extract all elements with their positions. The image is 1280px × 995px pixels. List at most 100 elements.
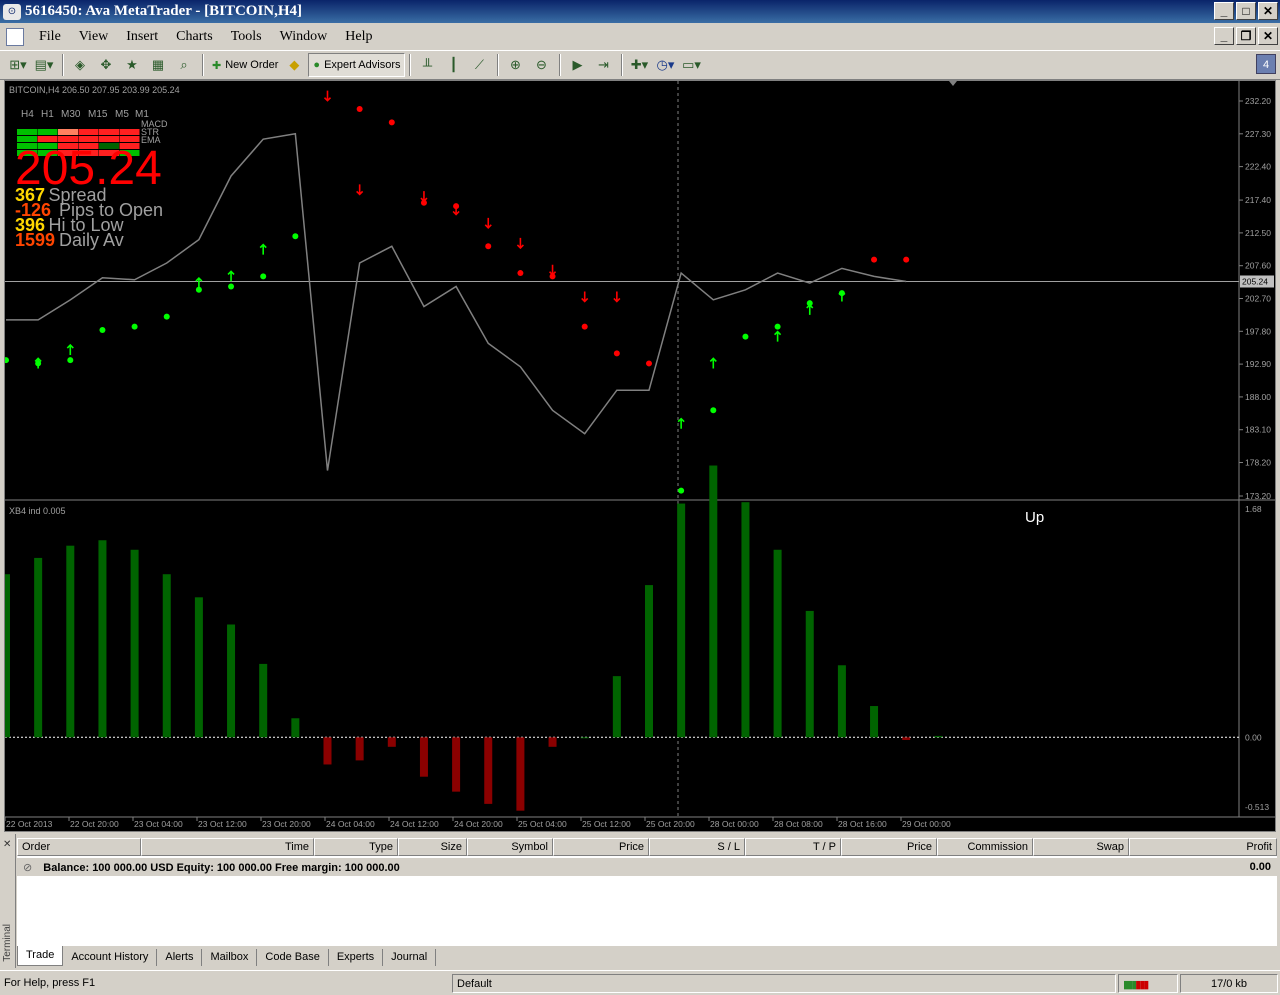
menu-file[interactable]: File [30,29,70,45]
chart-window[interactable]: 232.20 227.30 222.40 217.40 212.50 207.60 202.… [4,80,1276,832]
signal-dot-green [742,333,749,340]
close-icon[interactable]: ✕ [3,839,11,850]
signal-dot-red [903,256,910,263]
templates-icon[interactable]: ▭▾ [679,53,703,77]
signal-dot-red [646,360,652,367]
app-icon[interactable]: ⊙ [3,3,21,20]
tab-journal[interactable]: Journal [383,949,437,966]
balance-text: Balance: 100 000.00 USD Equity: 100 000.… [43,862,400,874]
signal-dot-green [292,233,299,240]
menu-window[interactable]: Window [271,29,337,45]
terminal-panel: ✕ Terminal Order Time Type Size Symbol P… [0,834,1280,968]
arrow-down-red [613,291,621,303]
column-header[interactable]: Size [398,838,467,856]
menu-view[interactable]: View [70,29,117,45]
bar-chart-icon[interactable]: ╨ [415,53,439,77]
close-button[interactable]: ✕ [1258,2,1278,20]
histogram-bar [773,549,782,738]
tab-code-base[interactable]: Code Base [257,949,329,966]
column-header[interactable]: T / P [745,838,841,856]
column-header[interactable]: Profit [1129,838,1277,856]
line-chart-icon[interactable]: ⟋ [467,53,491,77]
auto-scroll-icon[interactable]: ▶ [565,53,589,77]
tab-trade[interactable]: Trade [17,946,64,966]
price-tick-label: 178.20 [1245,458,1271,468]
signal-dot-green [260,273,267,280]
tab-alerts[interactable]: Alerts [157,949,203,966]
child-minimize-button[interactable]: _ [1214,27,1234,45]
menu-tools[interactable]: Tools [222,29,271,45]
column-header[interactable]: Price [841,838,937,856]
time-tick-label: 24 Oct 12:00 [390,819,439,829]
signal-cell [58,129,78,135]
terminal-icon[interactable]: ▦ [146,53,170,77]
arrow-down-red [548,264,557,276]
child-close-button[interactable]: ✕ [1258,27,1278,45]
column-header[interactable]: Price [553,838,649,856]
tab-account-history[interactable]: Account History [63,949,158,966]
new-chart-icon[interactable]: ⊞▾ [6,53,30,77]
menu-help[interactable]: Help [336,29,381,45]
strategy-tester-icon[interactable]: ⌕ [172,53,196,77]
title-bar: ⊙ 5616450: Ava MetaTrader - [BITCOIN,H4]… [0,0,1280,23]
menu-bar: File View Insert Charts Tools Window Hel… [0,23,1280,50]
time-tick-label: 29 Oct 00:00 [902,819,951,829]
market-watch-icon[interactable]: ◈ [68,53,92,77]
indicator-tick-label: 0.00 [1245,732,1262,742]
maximize-button[interactable]: □ [1236,2,1256,20]
zoom-out-icon[interactable]: ⊖ [529,53,553,77]
column-header[interactable]: Time [141,838,314,856]
notification-badge[interactable]: 4 [1256,54,1276,74]
histogram-bar [934,735,943,738]
signal-dot-green [131,323,138,330]
balance-icon: ⊘ [23,862,33,874]
navigator-icon[interactable]: ★ [120,53,144,77]
new-order-button[interactable]: ✚ New Order [208,53,282,77]
histogram-bar [452,737,461,792]
profiles-icon[interactable]: ▤▾ [32,53,56,77]
balance-row[interactable]: ⊘ Balance: 100 000.00 USD Equity: 100 00… [17,858,1277,876]
chart-shift-icon[interactable]: ⇥ [591,53,615,77]
alert-icon[interactable]: ◆ [282,53,306,77]
signal-cell [119,129,140,135]
histogram-bar [870,706,879,738]
column-header[interactable]: Order [17,838,141,856]
stat-value: 1599 [15,230,55,250]
column-header[interactable]: Swap [1033,838,1129,856]
histogram-bar [323,737,332,765]
price-tick-label: 227.30 [1245,129,1271,139]
signal-cell [37,129,58,135]
column-header[interactable]: Commission [937,838,1033,856]
column-header[interactable]: S / L [649,838,745,856]
arrow-up-green [774,330,782,342]
orders-table-body: ⊘ Balance: 100 000.00 USD Equity: 100 00… [17,856,1277,946]
histogram-bar [805,610,814,738]
histogram-bar [419,737,428,777]
orders-table-header: Order Time Type Size Symbol Price S / L … [17,838,1277,856]
menu-charts[interactable]: Charts [167,29,222,45]
candlestick-icon[interactable]: ┃ [441,53,465,77]
signal-dot-green [5,357,9,364]
arrow-down-red [323,90,332,102]
histogram-bar [291,718,300,738]
child-restore-button[interactable]: ❐ [1236,27,1256,45]
periods-icon[interactable]: ◷▾ [653,53,677,77]
tab-experts[interactable]: Experts [329,949,384,966]
indicators-icon[interactable]: ✚▾ [627,53,651,77]
signal-cell [99,129,119,135]
status-profile[interactable]: Default [452,974,1116,993]
status-bar: For Help, press F1 Default ▮▮▮▮▮▮ 17/0 k… [0,970,1280,995]
minimize-button[interactable]: _ [1214,2,1234,20]
column-header[interactable]: Symbol [467,838,553,856]
menu-insert[interactable]: Insert [117,29,167,45]
column-header[interactable]: Type [314,838,398,856]
document-icon[interactable] [6,27,24,46]
chart-canvas[interactable]: 232.20 227.30 222.40 217.40 212.50 207.60 202.… [5,81,1275,831]
data-window-icon[interactable]: ✥ [94,53,118,77]
tab-mailbox[interactable]: Mailbox [202,949,258,966]
price-tick-label: 173.20 [1245,491,1271,501]
time-tick-label: 25 Oct 12:00 [582,819,631,829]
zoom-in-icon[interactable]: ⊕ [503,53,527,77]
stat-label: Daily Av [59,230,124,250]
expert-advisors-button[interactable]: ● Expert Advisors [308,53,406,77]
